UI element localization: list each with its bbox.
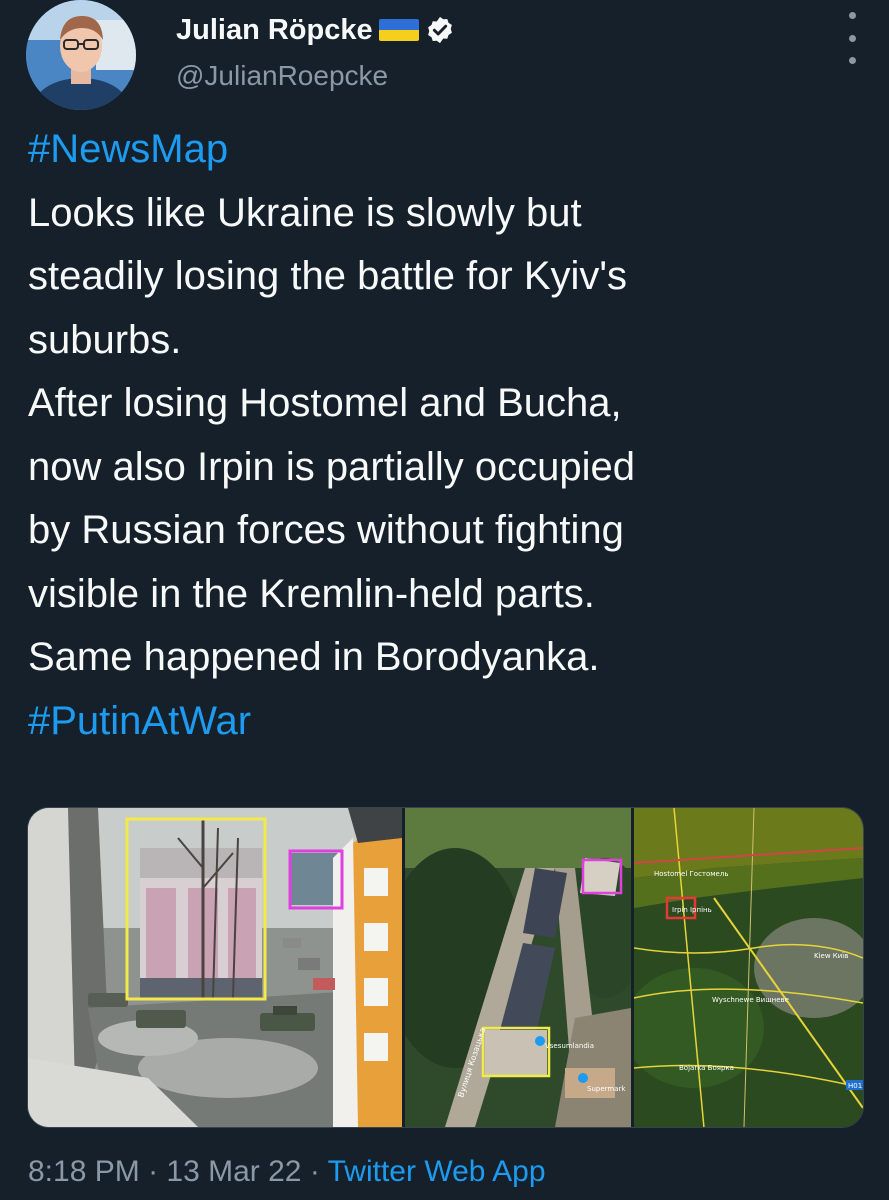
tweet-line: Looks like Ukraine is slowly but: [28, 190, 582, 235]
author-name[interactable]: Julian Röpcke: [176, 14, 373, 47]
tweet-line: now also Irpin is partially occupied: [28, 444, 635, 489]
tweet-line: steadily losing the battle for Kyiv's: [28, 254, 628, 298]
meta-separator: ·: [309, 1155, 320, 1188]
tweet-meta: 8:18 PM · 13 Mar 22 · Twitter Web App: [28, 1155, 546, 1189]
satellite-image: Вулиця Козацька Vsesumlandia Supermark: [405, 808, 631, 1127]
map-label-wyschnewe: Wyschnewe Вишневе: [712, 996, 789, 1004]
author-row[interactable]: Julian Röpcke: [176, 8, 455, 52]
photo-street-scene[interactable]: [28, 808, 402, 1127]
street-scene-image: [28, 808, 402, 1127]
tweet-line: suburbs.: [28, 317, 182, 362]
place-label: Supermark: [587, 1085, 626, 1093]
media-gallery: Вулиця Козацька Vsesumlandia Supermark H…: [27, 807, 864, 1128]
tweet-line: by Russian forces without fighting: [28, 508, 624, 552]
map-label-irpin: Irpin Ірпінь: [672, 906, 712, 914]
tweet-text: #NewsMap Looks like Ukraine is slowly bu…: [28, 118, 868, 753]
tweet-time[interactable]: 8:18 PM: [28, 1155, 140, 1188]
tweet-line: Same happened in Borodyanka.: [28, 635, 600, 679]
ukraine-flag-icon: [378, 19, 419, 41]
avatar[interactable]: [26, 0, 136, 110]
map-image: Hostomel Гостомель Irpin Ірпінь Kiew Киї…: [634, 808, 863, 1127]
verified-badge-icon: [427, 16, 452, 44]
more-options-icon[interactable]: [845, 12, 859, 64]
map-label-kiew: Kiew Київ: [814, 952, 848, 960]
map-label-bojarka: Bojarka Боярка: [679, 1064, 734, 1072]
photo-satellite-view[interactable]: Вулиця Козацька Vsesumlandia Supermark: [405, 808, 631, 1127]
map-label-hostomel: Hostomel Гостомель: [654, 870, 728, 878]
author-handle[interactable]: @JulianRoepcke: [176, 60, 388, 92]
tweet-source-link[interactable]: Twitter Web App: [328, 1155, 546, 1188]
avatar-photo: [26, 0, 136, 110]
map-label-road: H01: [848, 1082, 862, 1090]
hashtag-link[interactable]: #PutinAtWar: [28, 690, 868, 754]
tweet-line: After losing Hostomel and Bucha,: [28, 381, 622, 425]
place-label: Vsesumlandia: [545, 1042, 594, 1050]
tweet-date[interactable]: 13 Mar 22: [166, 1155, 301, 1188]
hashtag-link[interactable]: #NewsMap: [28, 118, 868, 182]
tweet-line: visible in the Kremlin-held parts.: [28, 571, 595, 616]
photo-map[interactable]: Hostomel Гостомель Irpin Ірпінь Kiew Киї…: [634, 808, 863, 1127]
meta-separator: ·: [148, 1155, 159, 1188]
